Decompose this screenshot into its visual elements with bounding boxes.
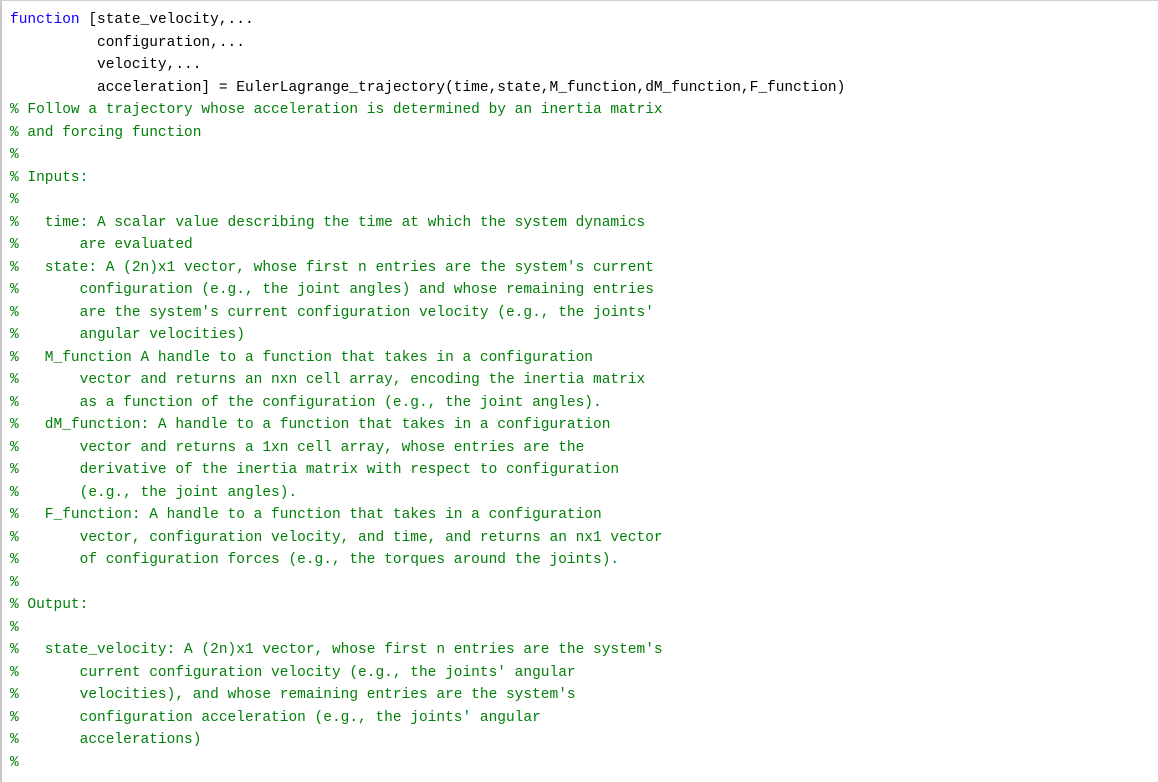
code-line[interactable]: % vector and returns a 1xn cell array, w… [10, 437, 1158, 460]
code-token: [state_velocity,... [80, 12, 254, 28]
code-line[interactable]: % accelerations) [10, 729, 1158, 752]
code-line[interactable]: % time: A scalar value describing the ti… [10, 212, 1158, 235]
code-token: % vector and returns an nxn cell array, … [10, 372, 645, 388]
code-token: % state: A (2n)x1 vector, whose first n … [10, 260, 654, 276]
code-token: % vector, configuration velocity, and ti… [10, 530, 663, 546]
code-token: function [10, 12, 80, 28]
code-token: % vector and returns a 1xn cell array, w… [10, 440, 584, 456]
code-line[interactable]: % vector and returns an nxn cell array, … [10, 369, 1158, 392]
code-token: configuration,... [10, 35, 245, 51]
code-line[interactable]: % F_function: A handle to a function tha… [10, 504, 1158, 527]
code-line[interactable]: % [10, 189, 1158, 212]
code-token: % dM_function: A handle to a function th… [10, 417, 610, 433]
code-token: velocity,... [10, 57, 201, 73]
code-line[interactable]: velocity,... [10, 54, 1158, 77]
code-line[interactable]: % (e.g., the joint angles). [10, 482, 1158, 505]
code-line[interactable]: % dM_function: A handle to a function th… [10, 414, 1158, 437]
code-line[interactable]: % velocities), and whose remaining entri… [10, 684, 1158, 707]
code-line[interactable]: function [state_velocity,... [10, 9, 1158, 32]
code-line[interactable]: % Inputs: [10, 167, 1158, 190]
code-token: % (e.g., the joint angles). [10, 485, 297, 501]
code-token: % derivative of the inertia matrix with … [10, 462, 619, 478]
code-line[interactable]: % M_function A handle to a function that… [10, 347, 1158, 370]
code-line[interactable]: % derivative of the inertia matrix with … [10, 459, 1158, 482]
code-token: % angular velocities) [10, 327, 245, 343]
code-token: % [10, 192, 19, 208]
code-token: % Inputs: [10, 170, 88, 186]
code-token: % velocities), and whose remaining entri… [10, 687, 576, 703]
code-token: acceleration] = EulerLagrange_trajectory… [10, 80, 845, 96]
code-token: % current configuration velocity (e.g., … [10, 665, 576, 681]
code-line[interactable]: % configuration (e.g., the joint angles)… [10, 279, 1158, 302]
code-token: % configuration acceleration (e.g., the … [10, 710, 541, 726]
code-token: % and forcing function [10, 125, 201, 141]
code-token: % of configuration forces (e.g., the tor… [10, 552, 619, 568]
code-token: % F_function: A handle to a function tha… [10, 507, 602, 523]
code-token: % configuration (e.g., the joint angles)… [10, 282, 654, 298]
code-line[interactable]: configuration,... [10, 32, 1158, 55]
code-line[interactable]: % [10, 617, 1158, 640]
code-editor[interactable]: function [state_velocity,... configurati… [10, 9, 1158, 774]
code-line[interactable]: acceleration] = EulerLagrange_trajectory… [10, 77, 1158, 100]
code-line[interactable]: % state: A (2n)x1 vector, whose first n … [10, 257, 1158, 280]
code-line[interactable]: % configuration acceleration (e.g., the … [10, 707, 1158, 730]
code-token: % Follow a trajectory whose acceleration… [10, 102, 663, 118]
code-line[interactable]: % are the system's current configuration… [10, 302, 1158, 325]
code-token: % time: A scalar value describing the ti… [10, 215, 645, 231]
code-token: % accelerations) [10, 732, 201, 748]
code-line[interactable]: % as a function of the configuration (e.… [10, 392, 1158, 415]
code-line[interactable]: % [10, 572, 1158, 595]
code-line[interactable]: % [10, 144, 1158, 167]
code-line[interactable]: % are evaluated [10, 234, 1158, 257]
code-line[interactable]: % angular velocities) [10, 324, 1158, 347]
code-token: % Output: [10, 597, 88, 613]
code-token: % M_function A handle to a function that… [10, 350, 593, 366]
code-line[interactable]: % current configuration velocity (e.g., … [10, 662, 1158, 685]
code-line[interactable]: % Follow a trajectory whose acceleration… [10, 99, 1158, 122]
code-token: % are evaluated [10, 237, 193, 253]
code-token: % are the system's current configuration… [10, 305, 654, 321]
code-token: % as a function of the configuration (e.… [10, 395, 602, 411]
code-token: % [10, 755, 19, 771]
code-line[interactable]: % and forcing function [10, 122, 1158, 145]
code-token: % [10, 147, 19, 163]
code-line[interactable]: % state_velocity: A (2n)x1 vector, whose… [10, 639, 1158, 662]
code-line[interactable]: % Output: [10, 594, 1158, 617]
code-line[interactable]: % of configuration forces (e.g., the tor… [10, 549, 1158, 572]
code-token: % [10, 620, 19, 636]
code-line[interactable]: % [10, 752, 1158, 775]
code-token: % [10, 575, 19, 591]
code-line[interactable]: % vector, configuration velocity, and ti… [10, 527, 1158, 550]
code-token: % state_velocity: A (2n)x1 vector, whose… [10, 642, 663, 658]
